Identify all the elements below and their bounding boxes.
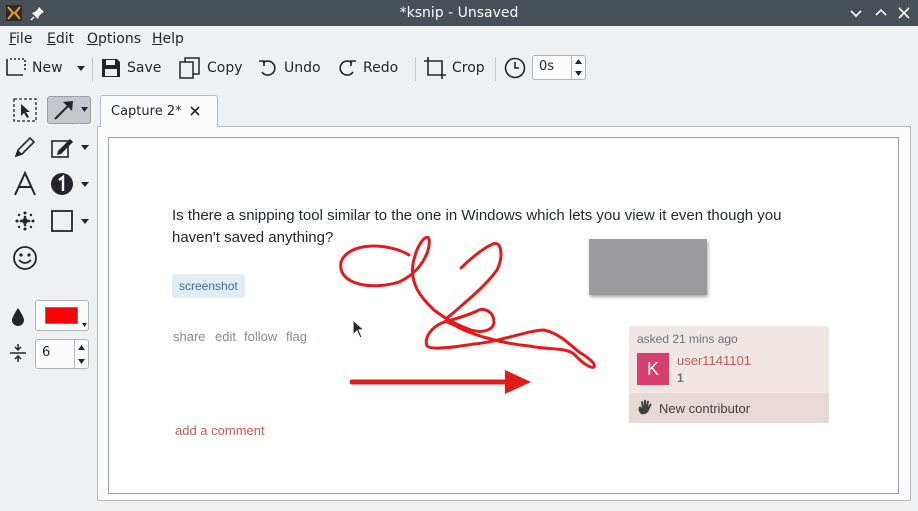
maximize-icon[interactable] xyxy=(873,5,889,21)
window-title: *ksnip - Unsaved xyxy=(399,5,519,21)
text-tool[interactable] xyxy=(11,170,39,198)
size-up-icon[interactable] xyxy=(74,340,88,354)
new-button[interactable]: New xyxy=(6,55,63,81)
menu-bar: File Edit Options Help xyxy=(0,26,918,51)
rectangle-dropdown-icon[interactable] xyxy=(81,218,89,226)
minimize-icon[interactable] xyxy=(848,5,864,21)
blur-icon xyxy=(15,211,35,231)
rectangle-icon xyxy=(51,210,73,232)
tab-capture[interactable]: Capture 2* xyxy=(100,95,218,127)
delay-up-icon[interactable] xyxy=(571,56,585,68)
select-icon xyxy=(13,98,37,122)
arrow-icon xyxy=(54,101,73,120)
close-window-icon[interactable] xyxy=(896,5,912,21)
annotation-layer xyxy=(339,235,596,394)
crop-button[interactable]: Crop xyxy=(424,55,485,81)
new-dropdown-icon[interactable] xyxy=(77,66,85,72)
arrow-tool[interactable] xyxy=(47,96,81,124)
menu-help[interactable]: Help xyxy=(152,31,184,47)
tab-label: Capture 2* xyxy=(111,104,182,119)
size-spinbox[interactable]: 6 xyxy=(35,339,89,369)
blur-tool[interactable] xyxy=(11,207,39,235)
chevron-down-icon xyxy=(81,107,88,112)
close-tab-icon[interactable] xyxy=(189,105,201,117)
number-tool[interactable] xyxy=(48,170,76,198)
sticker-tool[interactable] xyxy=(11,244,39,272)
menu-file[interactable]: File xyxy=(9,31,32,47)
marker-dropdown-icon[interactable] xyxy=(81,144,89,152)
undo-icon xyxy=(259,60,276,76)
menu-options[interactable]: Options xyxy=(87,31,141,47)
size-icon xyxy=(10,344,26,362)
select-tool[interactable] xyxy=(11,96,39,124)
color-swatch xyxy=(45,307,78,324)
arrowhead-annotation xyxy=(505,370,531,394)
capture-canvas[interactable]: Is there a snipping tool similar to the … xyxy=(108,137,899,494)
delay-down-icon[interactable] xyxy=(571,67,585,79)
arrow-dropdown-button[interactable] xyxy=(80,96,91,124)
undo-button[interactable]: Undo xyxy=(258,55,321,81)
color-picker-button[interactable] xyxy=(35,300,89,331)
copy-icon xyxy=(179,57,200,79)
number-icon xyxy=(51,173,73,195)
color-dropdown-icon xyxy=(82,323,87,327)
save-icon xyxy=(102,59,120,77)
sticker-icon xyxy=(13,246,37,270)
redo-icon xyxy=(339,60,356,76)
pen-tool[interactable] xyxy=(11,133,39,161)
size-down-icon[interactable] xyxy=(74,354,88,368)
pen-icon xyxy=(14,136,36,158)
toolbar: New Save Copy Undo Redo Crop 0s xyxy=(0,51,918,85)
freehand-scribble-annotation xyxy=(339,235,596,369)
timer-icon xyxy=(504,57,526,79)
redo-button[interactable]: Redo xyxy=(337,55,398,81)
opacity-icon xyxy=(12,308,24,326)
number-dropdown-icon[interactable] xyxy=(81,181,89,189)
copy-button[interactable]: Copy xyxy=(179,55,243,81)
title-bar: *ksnip - Unsaved xyxy=(0,0,918,26)
text-icon xyxy=(14,171,36,196)
menu-edit[interactable]: Edit xyxy=(47,31,74,47)
delay-spinbox[interactable]: 0s xyxy=(532,55,586,80)
crop-icon xyxy=(424,57,446,79)
marker-icon xyxy=(51,139,73,158)
save-button[interactable]: Save xyxy=(101,55,161,81)
rectangle-tool[interactable] xyxy=(48,207,76,235)
mouse-cursor-icon xyxy=(352,319,366,339)
marker-tool[interactable] xyxy=(48,133,76,161)
new-capture-icon xyxy=(6,58,26,76)
